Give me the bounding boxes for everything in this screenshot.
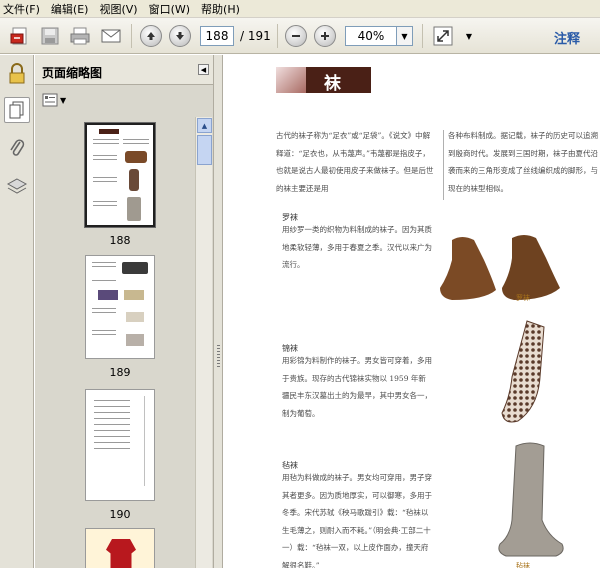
chevron-up-icon: ▲ xyxy=(201,121,208,130)
caption-zhanwa: 毡袜 xyxy=(516,562,530,568)
zoom-dropdown-button[interactable]: ▼ xyxy=(397,26,413,46)
close-icon: ◀ xyxy=(200,65,207,74)
page-thumbnails-panel: 页面缩略图 ◀ ▼ 188 189 190 ▲ xyxy=(35,55,213,568)
page-number-input[interactable]: 188 xyxy=(200,26,234,46)
print-button[interactable] xyxy=(66,22,94,50)
minus-icon xyxy=(285,25,307,47)
arrow-down-icon xyxy=(169,25,191,47)
splitter-grip xyxy=(217,345,220,369)
title-ornament-icon xyxy=(276,67,306,93)
email-button[interactable] xyxy=(97,22,125,50)
security-button[interactable] xyxy=(4,61,30,87)
menu-file[interactable]: 文件(F) xyxy=(3,1,40,17)
panel-splitter[interactable] xyxy=(213,55,223,568)
thumbnail-scrollbar[interactable]: ▲ xyxy=(195,117,212,568)
create-pdf-button[interactable] xyxy=(6,22,34,50)
thumb-title-band xyxy=(99,129,119,134)
section-text-luowa: 用纱罗一类的织物为料制成的袜子。因为其质地柔软轻薄，多用于春夏之季。汉代以来广为… xyxy=(282,225,432,269)
envelope-icon xyxy=(101,29,121,43)
menu-view[interactable]: 视图(V) xyxy=(99,1,137,17)
thumb-image xyxy=(129,169,139,191)
page-title: 袜 xyxy=(324,74,341,94)
options-list-icon xyxy=(42,93,58,107)
lock-icon xyxy=(9,63,25,84)
paperclip-icon xyxy=(10,139,25,156)
jinwa-image xyxy=(501,320,545,423)
zoom-in-button[interactable] xyxy=(313,22,337,50)
page-label-189: 189 xyxy=(109,366,131,379)
save-button[interactable] xyxy=(38,22,62,50)
layers-button[interactable] xyxy=(4,173,30,199)
thumb-image xyxy=(124,290,144,300)
toolbar-separator xyxy=(131,24,132,48)
page-title-band: 袜 xyxy=(276,67,371,94)
save-icon xyxy=(41,27,59,45)
chevron-down-icon: ▼ xyxy=(60,95,67,105)
scrollbar-thumb[interactable] xyxy=(197,135,212,165)
panel-title: 页面缩略图 xyxy=(42,66,103,80)
chevron-down-icon: ▼ xyxy=(401,31,408,41)
thumb-image xyxy=(98,290,118,300)
next-page-button[interactable] xyxy=(168,22,192,50)
thumb-image xyxy=(126,312,144,322)
zhanwa-image xyxy=(498,442,564,557)
expand-arrows-icon xyxy=(433,26,453,46)
thumbnail-list: 188 189 190 xyxy=(35,117,195,568)
pages-panel-button[interactable] xyxy=(4,97,30,123)
section-text-jinwa: 用彩锦为料制作的袜子。男女皆可穿着，多用于贵族。现存的古代锦袜实物以 1959 … xyxy=(282,356,432,418)
thumb-image xyxy=(127,197,141,221)
create-pdf-icon xyxy=(10,27,27,45)
panel-options-button[interactable]: ▼ xyxy=(42,93,66,107)
layers-icon xyxy=(6,178,28,194)
toolbar-separator xyxy=(277,24,278,48)
page-label-188: 188 xyxy=(109,234,131,247)
zoom-out-button[interactable] xyxy=(284,22,308,50)
menu-edit[interactable]: 编辑(E) xyxy=(51,1,89,17)
toolbar-separator xyxy=(422,24,423,48)
page-thumbnail-188[interactable] xyxy=(84,122,156,228)
zoom-input[interactable]: 40% xyxy=(345,26,397,46)
luowa-image xyxy=(440,235,560,300)
section-text-zhanwa: 用毡为料做成的袜子。男女均可穿用，男子穿其者更多。因为质地厚实，可以御寒，多用于… xyxy=(282,473,432,568)
chevron-down-icon: ▼ xyxy=(465,31,473,41)
intro-paragraph-left: 古代的袜子称为“足衣”或“足袋”。《说文》中解释道：“足衣也，从韦蔑声。”韦蔑都… xyxy=(276,131,434,193)
navigation-icon-bar xyxy=(0,55,34,568)
page-total: / 191 xyxy=(240,29,271,43)
page-thumbnail-190[interactable] xyxy=(85,389,155,501)
attachments-button[interactable] xyxy=(4,135,30,161)
scroll-up-button[interactable]: ▲ xyxy=(197,118,212,133)
annotations-button[interactable]: 注释 xyxy=(554,28,580,47)
thumb-image xyxy=(122,262,148,274)
page-label-190: 190 xyxy=(109,508,131,521)
toolbar: 188 / 191 40% ▼ ▼ 注释 xyxy=(0,18,600,54)
printer-icon xyxy=(70,27,90,45)
fit-options-dropdown[interactable]: ▼ xyxy=(462,22,476,50)
column-divider xyxy=(443,130,444,200)
plus-icon xyxy=(314,25,336,47)
menubar: 文件(F) 编辑(E) 视图(V) 窗口(W) 帮助(H) xyxy=(0,0,600,18)
panel-close-button[interactable]: ◀ xyxy=(198,64,209,75)
document-view: 袜 古代的袜子称为“足衣”或“足袋”。《说文》中解释道：“足衣也，从韦蔑声。”韦… xyxy=(224,55,600,568)
menu-help[interactable]: 帮助(H) xyxy=(201,1,240,17)
thumb-image xyxy=(106,539,136,568)
thumb-image xyxy=(125,151,147,163)
page-thumbnail-189[interactable] xyxy=(85,255,155,359)
arrow-up-icon xyxy=(140,25,162,47)
fit-page-button[interactable] xyxy=(430,22,456,50)
intro-paragraph-right: 各种布料制成。据记载，袜子的历史可以追溯到殷商时代。发展到三国时期，袜子由夏代沿… xyxy=(448,131,598,193)
pages-icon xyxy=(9,101,24,119)
panel-header: 页面缩略图 ◀ xyxy=(35,55,213,85)
thumb-image xyxy=(126,334,144,346)
previous-page-button[interactable] xyxy=(139,22,163,50)
menu-window[interactable]: 窗口(W) xyxy=(149,1,190,17)
caption-luowa: 罗袜 xyxy=(516,294,530,302)
page-thumbnail-191[interactable] xyxy=(85,528,155,568)
